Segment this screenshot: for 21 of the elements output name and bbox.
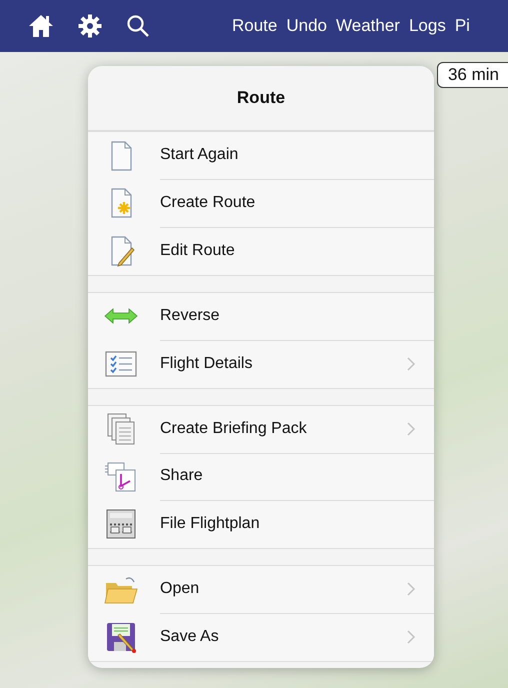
menu-item[interactable]: Share [88, 453, 434, 500]
flight-plan-form-icon [104, 507, 138, 542]
search-icon[interactable] [126, 14, 150, 38]
menu-item[interactable]: Create Route [88, 180, 434, 227]
menu-item[interactable]: Start Again [88, 132, 434, 180]
nav-menu-item[interactable]: Pi [454, 16, 470, 36]
menu-item[interactable]: Reverse [88, 292, 434, 340]
menu-item[interactable]: Flight Details [88, 340, 434, 388]
menu-item[interactable]: Edit Route [88, 227, 434, 274]
settings-icon[interactable] [78, 14, 102, 38]
menu-item[interactable]: File Flightplan [88, 500, 434, 548]
menu-item[interactable]: Save As [88, 614, 434, 661]
nav-menu-item[interactable]: Logs [408, 16, 446, 36]
nav-menu-item[interactable]: Route [232, 16, 278, 36]
nav-menu-item[interactable]: Undo [286, 16, 328, 36]
nav-menu-item[interactable]: Weather [336, 16, 400, 36]
menu-item[interactable]: Create Briefing Pack [88, 406, 434, 453]
share-icon [104, 460, 138, 494]
home-icon[interactable] [28, 14, 54, 38]
menu-item[interactable]: Open [88, 566, 434, 614]
route-duration-label: 36 min [436, 62, 508, 88]
